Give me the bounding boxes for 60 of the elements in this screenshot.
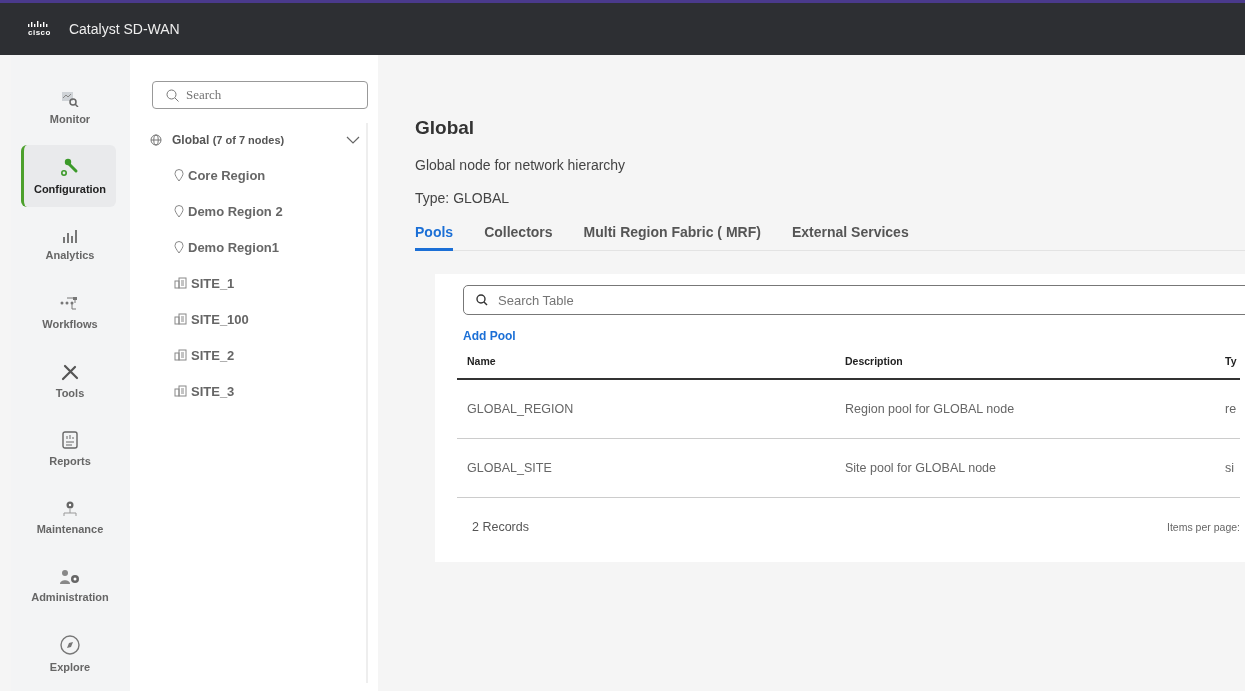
column-header[interactable]: Description — [845, 355, 1225, 367]
nav-item[interactable]: Maintenance — [21, 486, 116, 549]
pin-icon — [174, 240, 184, 254]
wrench-icon — [60, 157, 80, 178]
user-gear-icon — [59, 568, 81, 585]
table-cell-text: si — [1225, 461, 1236, 475]
building-icon — [174, 349, 187, 361]
tab[interactable]: External Services — [791, 220, 909, 251]
nav-item[interactable]: Tools — [21, 349, 116, 413]
nav-item[interactable]: Explore — [21, 622, 116, 685]
nav-item[interactable]: Analytics — [21, 213, 116, 276]
column-header[interactable]: Name — [467, 355, 845, 367]
search-icon — [166, 89, 179, 102]
table-cell-text: re — [1225, 402, 1238, 416]
app-title: Catalyst SD-WAN — [68, 21, 180, 37]
search-icon — [476, 294, 488, 306]
gear-network-icon — [61, 499, 79, 518]
table-search-field[interactable]: Search Table — [463, 285, 1245, 315]
flow-icon — [60, 295, 80, 312]
nav-item[interactable]: Monitor — [21, 77, 116, 140]
items-per-page-label: Items per page: — [1167, 521, 1240, 533]
search-field[interactable]: Search — [152, 81, 368, 109]
record-count: 2 Records — [472, 520, 529, 534]
tab[interactable]: Pools — [415, 220, 454, 251]
pin-icon — [174, 168, 184, 182]
tree-item[interactable]: SITE_3 — [130, 373, 366, 409]
nav-item[interactable]: Reports — [21, 418, 116, 481]
tab[interactable]: Collectors — [484, 220, 553, 251]
tree-item[interactable]: Core Region — [130, 157, 366, 193]
nav-item[interactable]: Configuration — [21, 145, 116, 208]
building-icon — [174, 313, 187, 325]
bar-chart-icon — [62, 228, 78, 243]
building-icon — [174, 385, 187, 397]
nav-item[interactable]: Workflows — [21, 281, 116, 344]
tree-root-label: Global (7 of 7 nodes) — [172, 133, 285, 147]
pin-icon — [174, 204, 184, 218]
type-label: Type: GLOBAL — [415, 190, 511, 206]
tree-item[interactable]: SITE_1 — [130, 265, 366, 301]
tree-item[interactable]: Demo Region1 — [130, 229, 366, 265]
report-icon — [62, 431, 78, 450]
add-pool-link[interactable]: Add Pool — [463, 329, 516, 343]
tree-item[interactable]: Global (7 of 7 nodes) — [130, 123, 366, 157]
chevron-icon[interactable] — [346, 135, 360, 145]
tree-item[interactable]: SITE_2 — [130, 337, 366, 373]
description: Global node for network hierarchy — [415, 157, 627, 173]
tab[interactable]: Multi Region Fabric ( MRF) — [583, 220, 761, 251]
tree-item[interactable]: SITE_100 — [130, 301, 366, 337]
page-title: Global — [415, 117, 476, 139]
building-icon — [174, 277, 187, 289]
globe-icon — [150, 134, 162, 146]
table-cell-text: Region pool for GLOBAL node — [845, 402, 1016, 416]
chart-magnifier-icon — [61, 91, 79, 108]
compass-icon — [60, 634, 80, 655]
logo: cisco — [28, 21, 51, 37]
table-cell-text: GLOBAL_SITE — [467, 461, 553, 475]
table-cell-text: GLOBAL_REGION — [467, 402, 575, 416]
column-header[interactable]: Ty — [1225, 355, 1245, 367]
table-cell-text: Site pool for GLOBAL node — [845, 461, 998, 475]
tree-item[interactable]: Demo Region 2 — [130, 193, 366, 229]
nav-item[interactable]: Administration — [21, 554, 116, 617]
